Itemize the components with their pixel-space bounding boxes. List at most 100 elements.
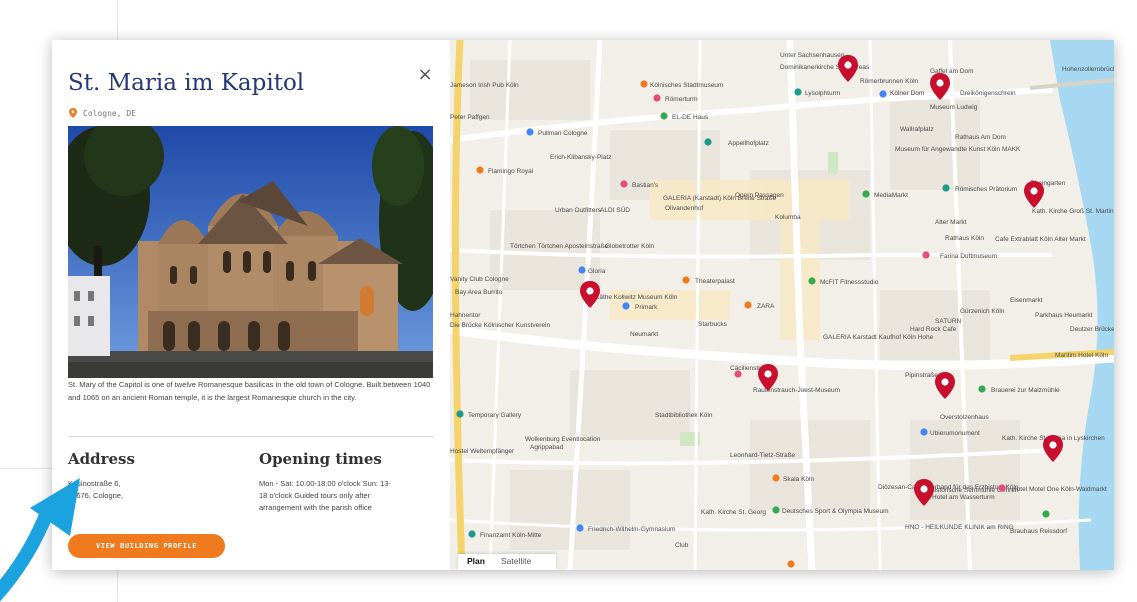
map-label: Käthe Kollwitz Museum Köln (595, 294, 678, 301)
map-label: Die Brücke Kölnischer Kunstverein (450, 322, 550, 329)
map-label: Urban Outfitters (555, 207, 602, 214)
map-label: ALDI SÜD (600, 206, 630, 214)
map-label: Primark (635, 304, 658, 311)
map-poi-marker[interactable] (620, 180, 628, 188)
map-label: Hotel am Wasserturm (932, 494, 995, 501)
map-label: Opern Passagen (735, 192, 784, 199)
map-label: Römerbrunnen Köln (860, 78, 919, 85)
map-label: Olivandenhof (665, 205, 703, 212)
map-label: Kolumba (775, 214, 801, 221)
map-poi-marker[interactable] (879, 90, 887, 98)
map-label: Leonhard-Tietz-Straße (730, 452, 796, 459)
map-label: Erich-Klibansky-Platz (550, 154, 611, 161)
map-poi-marker[interactable] (787, 560, 795, 568)
map-label: HNO - HEILKUNDE KLINIK am RING (905, 524, 1014, 531)
map-label: Römisches Prätorium (955, 186, 1017, 193)
map-poi-marker[interactable] (772, 474, 780, 482)
map-label: Dreikönigenschrein (960, 90, 1016, 97)
map-poi-marker[interactable] (578, 266, 586, 274)
map-poi-marker[interactable] (920, 428, 928, 436)
opening-times-line-3: arrangement with the parish office (259, 503, 372, 512)
building-info-panel: St. Maria im Kapitol × Cologne, DE St. M… (52, 40, 450, 570)
map-poi-marker[interactable] (808, 277, 816, 285)
map-label: Flamingo Royal (488, 168, 534, 175)
section-divider (68, 436, 434, 437)
map-canvas[interactable]: Unter SachsenhausenDominikanerkirche St.… (450, 40, 1114, 570)
map-label: Starbucks (698, 321, 728, 328)
map-poi-marker[interactable] (468, 530, 476, 538)
map-poi-marker[interactable] (653, 94, 661, 102)
map-type-tabs: Plan Satellite (458, 554, 556, 570)
map-poi-marker[interactable] (660, 112, 668, 120)
map-poi-marker[interactable] (744, 301, 752, 309)
map-label: Gloria (588, 268, 606, 275)
map-poi-marker[interactable] (734, 370, 742, 378)
map-pin-center (844, 61, 852, 69)
map-label: Overstolzenhaus (940, 414, 990, 421)
map-poi-marker[interactable] (922, 251, 930, 259)
location-pin-icon (69, 108, 77, 118)
map-label: Hotel Motel One Köln-Waidmarkt (1012, 486, 1107, 493)
map-label: McFIT Fitnessstudio (820, 279, 879, 286)
map-view[interactable]: Unter Sachsenhausen Dominikanerkirche St.… (450, 40, 1114, 570)
map-poi-marker[interactable] (794, 88, 802, 96)
map-label: Brauerei zur Malzmühle (991, 387, 1060, 394)
map-label: Vanity Club Cologne (450, 276, 509, 283)
map-poi-marker[interactable] (772, 506, 780, 514)
map-pin-center (764, 370, 772, 378)
opening-times-line-1: Mon - Sat: 10.00-18.00 o'clock Sun: 13- (259, 479, 391, 488)
map-tab-plan[interactable]: Plan (458, 554, 492, 570)
map-poi-marker[interactable] (998, 484, 1006, 492)
map-label: Bay Area Burrito (455, 289, 503, 296)
map-label: Parkhaus Heumarkt (1035, 312, 1093, 319)
map-pin-center (1049, 441, 1057, 449)
map-label: Globetrotter Köln (605, 243, 655, 250)
map-label: Wolkenburg Eventlocation (525, 436, 601, 443)
map-pin-center (586, 287, 594, 295)
building-photo (68, 126, 433, 378)
map-label: Skala Köln (783, 476, 814, 483)
map-label: Eisenmarkt (1010, 297, 1043, 304)
opening-times-heading: Opening times (259, 450, 382, 468)
map-poi-marker[interactable] (682, 276, 690, 284)
map-poi-marker[interactable] (978, 385, 986, 393)
map-label: Rathaus Am Dom (955, 134, 1006, 141)
map-label: Temporary Gallery (468, 412, 522, 419)
opening-times-line-2: 18 o'clock Guided tours only after (259, 491, 371, 500)
map-label: Rathaus Köln (945, 235, 984, 242)
map-label: Pipinstraße (905, 372, 938, 379)
map-label: Hard Rock Cafe (910, 326, 957, 333)
map-label: Deutzer Brücke (1070, 326, 1114, 333)
map-poi-marker[interactable] (1042, 510, 1050, 518)
map-label: Museum Ludwig (930, 104, 978, 111)
map-poi-marker[interactable] (704, 138, 712, 146)
map-label: MediaMarkt (874, 192, 908, 199)
map-poi-marker[interactable] (862, 190, 870, 198)
map-pin-center (941, 378, 949, 386)
building-description: St. Mary of the Capitol is one of twelve… (68, 380, 431, 402)
map-label: Hostel Weltempfänger (450, 448, 515, 455)
close-icon[interactable]: × (414, 64, 436, 86)
map-label: Kölner Dom (890, 90, 924, 97)
map-tab-satellite[interactable]: Satellite (492, 554, 538, 570)
map-label: Farina Duftmuseum (940, 253, 997, 260)
map-label: Museum für Angewandte Kunst Köln MAKK (895, 146, 1021, 153)
map-label: Theaterpalast (695, 278, 735, 285)
map-label: GALERIA Karstadt Kaufhof Köln Hohe (823, 334, 934, 341)
map-label: Ubierumonument (930, 430, 980, 437)
map-pin-center (920, 485, 928, 493)
map-label: Jameson Irish Pub Köln (450, 82, 519, 89)
map-poi-marker[interactable] (576, 524, 584, 532)
map-poi-marker[interactable] (942, 184, 950, 192)
map-label: Gürzenich Köln (960, 308, 1005, 315)
map-poi-marker[interactable] (476, 166, 484, 174)
map-label: SATURN (935, 318, 962, 325)
map-poi-marker[interactable] (622, 302, 630, 310)
map-label: Alter Markt (935, 219, 967, 226)
map-label: Kath. Kirche St. Georg (701, 509, 766, 516)
map-poi-marker[interactable] (526, 128, 534, 136)
location-row: Cologne, DE (69, 108, 136, 118)
map-poi-marker[interactable] (640, 80, 648, 88)
map-poi-marker[interactable] (456, 410, 464, 418)
map-label: Hohenzollernbrücke (1062, 66, 1114, 73)
